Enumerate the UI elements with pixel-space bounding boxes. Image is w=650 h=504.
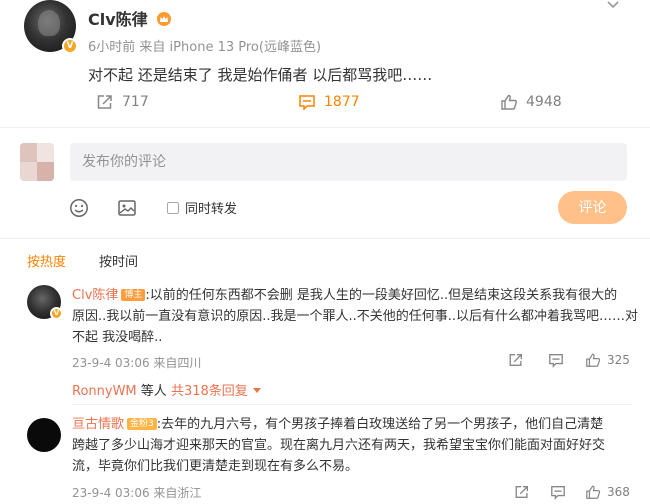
view-replies-link[interactable]: RonnyWM 等人 共318条回复 (72, 380, 262, 399)
post-time: 6小时前 (88, 40, 136, 55)
comment-text-line: 跨越了多少山海才迎来那天的官宣。现在离九月六还有两天，我希望宝宝你们能面对面好好… (72, 438, 606, 453)
divider (0, 127, 650, 128)
also-repost-label: 同时转发 (185, 202, 238, 217)
comment-text-line: 原因..我以前一直没有意识的原因..我是一个罪人..不关他的任何事..以后有什么… (72, 309, 639, 324)
comment-text-line: 流，毕竟你们比我们更清楚走到现在有多么不易。 (72, 459, 359, 474)
post-source: 来自 iPhone 13 Pro(远峰蓝色) (139, 40, 322, 55)
comment-author[interactable]: 亘古情歌 (72, 417, 124, 432)
comment-like-count: 325 (607, 353, 630, 367)
post-author-name[interactable]: Clv陈律 (88, 6, 172, 30)
thumbs-up-icon (586, 353, 601, 367)
post-text: 对不起 还是结束了 我是始作俑者 以后都骂我吧…… (88, 66, 433, 84)
comment-input[interactable]: 发布你的评论 (70, 143, 627, 181)
comment-button[interactable]: 1877 (298, 92, 360, 112)
thumbs-up-icon (501, 94, 517, 110)
comment-avatar[interactable] (27, 418, 61, 452)
author-tag: 博主 (121, 289, 146, 301)
post-meta: 6小时前 来自 iPhone 13 Pro(远峰蓝色) (88, 36, 321, 55)
verified-badge-icon: V (50, 307, 63, 320)
repost-icon[interactable] (508, 352, 524, 368)
tab-sort-hot[interactable]: 按热度 (27, 251, 66, 270)
reply-etc: 等人 (140, 384, 167, 399)
reply-author[interactable]: RonnyWM (72, 384, 137, 399)
thumbs-up-icon (586, 485, 601, 499)
also-repost-checkbox[interactable]: 同时转发 (167, 198, 237, 217)
repost-icon (97, 95, 112, 109)
fan-tag: 金粉3 (127, 418, 157, 430)
tab-sort-time[interactable]: 按时间 (99, 251, 138, 270)
repost-button[interactable]: 717 (96, 92, 149, 112)
divider (0, 238, 650, 239)
comment-icon[interactable] (550, 484, 566, 500)
crown-icon (157, 12, 172, 26)
my-avatar[interactable] (20, 143, 54, 181)
comment-icon[interactable] (548, 352, 564, 368)
repost-icon[interactable] (514, 484, 530, 500)
checkbox-box[interactable] (167, 201, 179, 214)
comment-like-button[interactable]: 368 (585, 484, 630, 500)
submit-comment-button[interactable]: 评论 (558, 191, 627, 224)
comment-body: Clv陈律 博主:以前的任何东西都不会删 是我人生的一段美好回忆..但是结束这段关… (72, 285, 632, 306)
like-button[interactable]: 4948 (500, 92, 562, 112)
divider (72, 404, 632, 405)
repost-count: 717 (122, 94, 149, 110)
comment-text-line: :去年的九月六号，有个男孩子捧着白玫瑰送给了另一个男孩子，他们自己清楚 (156, 417, 604, 432)
comment-text-line: 不起 我没喝醉.. (72, 330, 163, 345)
verified-badge-icon: V (62, 38, 78, 54)
like-count: 4948 (526, 94, 562, 110)
comment-time: 23-9-4 03:06 来自浙江 (72, 486, 202, 500)
comment-text-line: :以前的任何东西都不会删 是我人生的一段美好回忆..但是结束这段关系我有很大的 (145, 288, 618, 303)
comment-author[interactable]: Clv陈律 (72, 288, 118, 303)
emoji-icon[interactable] (69, 198, 89, 218)
comment-icon (299, 95, 315, 110)
comment-input-placeholder: 发布你的评论 (82, 154, 166, 170)
post-author-label: Clv陈律 (88, 10, 148, 29)
caret-down-icon (252, 388, 261, 393)
comment-count: 1877 (324, 94, 360, 110)
reply-count[interactable]: 共318条回复 (171, 384, 248, 399)
comment-body: 亘古情歌 金粉3:去年的九月六号，有个男孩子捧着白玫瑰送给了另一个男孩子，他们自己… (72, 414, 632, 435)
comment-like-button[interactable]: 325 (585, 352, 630, 368)
comment-like-count: 368 (607, 485, 630, 499)
comment-time: 23-9-4 03:06 来自四川 (72, 356, 202, 370)
chevron-down-icon[interactable] (606, 0, 620, 14)
image-icon[interactable] (117, 198, 137, 218)
